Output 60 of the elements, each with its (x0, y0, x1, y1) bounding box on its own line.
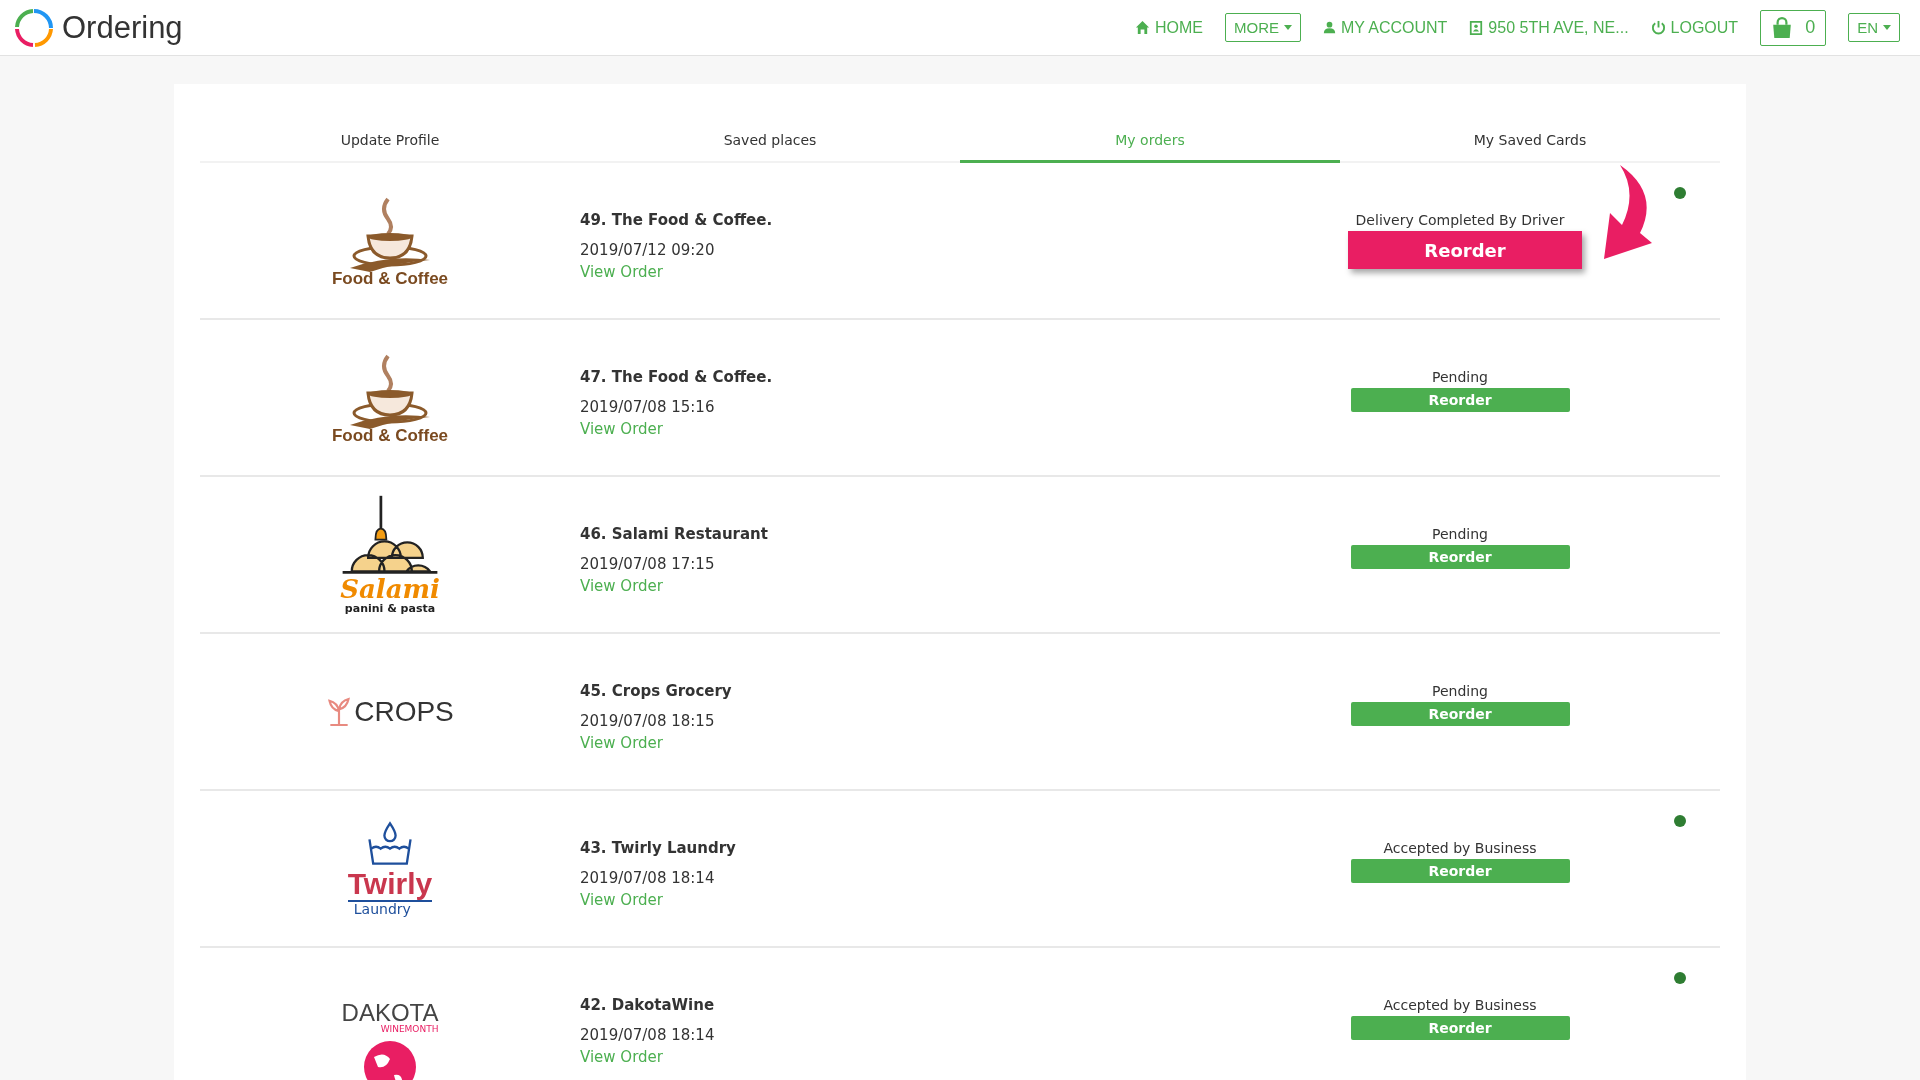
user-icon (1322, 20, 1336, 35)
reorder-button[interactable]: Reorder (1350, 545, 1570, 569)
profile-tab[interactable]: Update Profile (200, 132, 580, 163)
logo-text: Food & Coffee (331, 426, 449, 445)
order-title: 49. The Food & Coffee. (580, 211, 773, 229)
logo-text: Food & Coffee (331, 269, 449, 288)
order-status: Accepted by Business (1383, 997, 1537, 1013)
logo-text: DAKOTA (341, 1000, 439, 1026)
shopping-bag-icon (1771, 16, 1794, 39)
logo-text: Salami (340, 576, 440, 604)
power-icon (1650, 20, 1666, 35)
order-date: 2019/07/08 18:15 (580, 712, 715, 730)
profile-tab[interactable]: My orders (960, 132, 1340, 163)
nav-link[interactable]: HOME (1134, 18, 1203, 37)
view-order-link[interactable]: View Order (580, 420, 663, 438)
order-status: Pending (1432, 526, 1488, 542)
order-date: 2019/07/12 09:20 (580, 241, 715, 259)
reorder-button[interactable]: Reorder (1350, 1016, 1570, 1040)
logo-text: Twirly (347, 868, 433, 902)
order-status: Pending (1432, 683, 1488, 699)
order-date: 2019/07/08 18:14 (580, 1026, 715, 1044)
order-title: 47. The Food & Coffee. (580, 368, 773, 386)
view-order-link[interactable]: View Order (580, 263, 663, 281)
order-status: Accepted by Business (1383, 840, 1537, 856)
order-date: 2019/07/08 18:14 (580, 869, 715, 887)
order-date: 2019/07/08 15:16 (580, 398, 715, 416)
logo-text: panini & pasta (344, 603, 436, 615)
order-title: 43. Twirly Laundry (580, 839, 736, 857)
cart-button[interactable]: 0 (1760, 9, 1827, 46)
logo-text: CROPS (354, 696, 454, 727)
view-order-link[interactable]: View Order (580, 891, 663, 909)
view-order-link[interactable]: View Order (580, 1048, 663, 1066)
reorder-button[interactable]: Reorder (1348, 231, 1582, 269)
building-icon (1469, 19, 1484, 36)
reorder-button[interactable]: Reorder (1350, 388, 1570, 412)
home-icon (1134, 20, 1150, 35)
order-title: 46. Salami Restaurant (580, 525, 768, 543)
sprout-logo (326, 696, 353, 727)
nav-link[interactable]: MY ACCOUNT (1322, 18, 1448, 37)
order-date: 2019/07/08 17:15 (580, 555, 715, 573)
reorder-button[interactable]: Reorder (1350, 702, 1570, 726)
view-order-link[interactable]: View Order (580, 577, 663, 595)
order-title: 45. Crops Grocery (580, 682, 732, 700)
profile-tab[interactable]: Saved places (580, 132, 960, 163)
profile-tab[interactable]: My Saved Cards (1340, 132, 1720, 163)
language-dropdown[interactable]: EN (1848, 13, 1900, 42)
logo-text: WINEMONTH (380, 1025, 439, 1035)
brand-name: Ordering (62, 9, 183, 46)
nav-link[interactable]: 950 5TH AVE, NE... (1469, 18, 1629, 37)
order-title: 42. DakotaWine (580, 996, 715, 1014)
nav-link[interactable]: LOGOUT (1650, 18, 1739, 37)
caret-icon (1883, 25, 1891, 30)
view-order-link[interactable]: View Order (580, 734, 663, 752)
order-status: Pending (1432, 369, 1488, 385)
more-dropdown[interactable]: MORE (1224, 13, 1301, 42)
logo-text: Laundry (353, 901, 411, 917)
reorder-button[interactable]: Reorder (1350, 859, 1570, 883)
caret-icon (1283, 25, 1292, 30)
order-status: Delivery Completed By Driver (1355, 212, 1565, 228)
ring-logo-icon (14, 7, 54, 48)
